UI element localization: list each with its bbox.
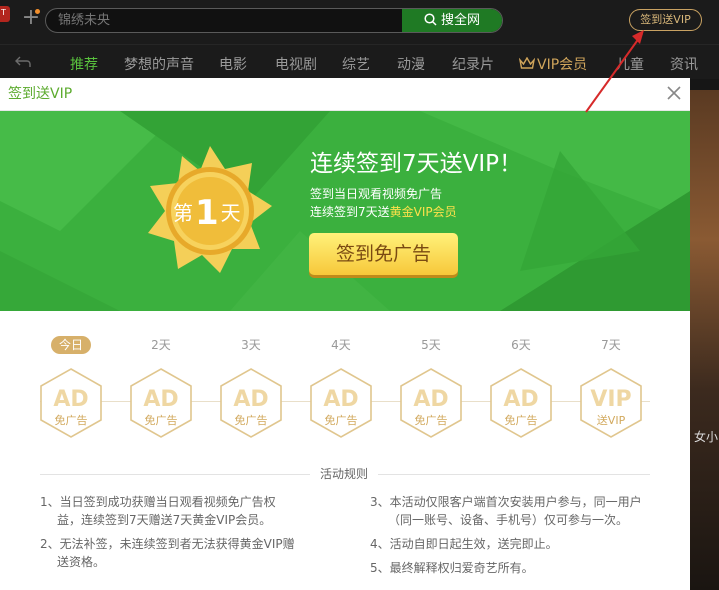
- reward-bottom: 免广告: [234, 414, 268, 427]
- nav-item-news[interactable]: 资讯: [670, 45, 698, 79]
- nav-item-documentary[interactable]: 纪录片: [452, 45, 494, 79]
- dialog-title: 签到送VIP: [8, 86, 73, 102]
- banner-line-2: 连续签到7天送黄金VIP会员: [310, 203, 457, 220]
- nav-item-variety[interactable]: 综艺: [342, 45, 370, 79]
- reward-top: AD: [503, 387, 539, 412]
- reward-top: AD: [323, 387, 359, 412]
- reward-bottom: 免广告: [414, 414, 448, 427]
- medal-prefix: 第: [173, 201, 193, 225]
- banner-line-2-prefix: 连续签到7天送: [310, 205, 390, 219]
- day-reward-2: AD 免广告: [128, 367, 194, 439]
- close-icon[interactable]: [664, 83, 684, 103]
- reward-bottom: 免广告: [144, 414, 178, 427]
- reward-top: AD: [233, 387, 269, 412]
- medal-suffix: 天: [220, 201, 241, 225]
- day-label-4: 4天: [331, 338, 351, 352]
- reward-bottom: 送VIP: [596, 414, 626, 427]
- background-poster[interactable]: [690, 90, 719, 590]
- reward-bottom: 免广告: [54, 414, 88, 427]
- day-label-3: 3天: [241, 338, 261, 352]
- medal-label: 第1 天: [173, 193, 241, 233]
- rule-line: （同一账号、设备、手机号）仅可参与一次。: [388, 513, 629, 527]
- day-reward-7: VIP 送VIP: [578, 367, 644, 439]
- background-poster-caption: 女小: [694, 430, 719, 444]
- rule-line: 益，连续签到7天赠送7天黄金VIP会员。: [57, 513, 272, 527]
- day-reward-1: AD 免广告: [38, 367, 104, 439]
- rule-line: 5、最终解释权归爱奇艺所有。: [370, 561, 534, 575]
- reward-top: AD: [143, 387, 179, 412]
- day-reward-3: AD 免广告: [218, 367, 284, 439]
- search-button-label: 搜全网: [440, 13, 480, 28]
- reward-bottom: 免广告: [504, 414, 538, 427]
- app-logo[interactable]: T: [0, 6, 10, 22]
- day-reward-5: AD 免广告: [398, 367, 464, 439]
- day-label-7: 7天: [601, 338, 621, 352]
- day-label-2: 2天: [151, 338, 171, 352]
- day-label-6: 6天: [511, 338, 531, 352]
- signin-dialog: 签到送VIP 第1 天 连续签到7天送VIP！ 签到当日观看视频免广告 连续签到7…: [0, 78, 690, 590]
- nav-item-anime[interactable]: 动漫: [397, 45, 425, 79]
- rule-line: 3、本活动仅限客户端首次安装用户参与，同一用户: [370, 495, 642, 509]
- back-icon[interactable]: [14, 55, 32, 69]
- rule-line: 1、当日签到成功获赠当日观看视频免广告权: [40, 495, 276, 509]
- day-label-today: 今日: [51, 336, 91, 354]
- logo-text: T: [1, 8, 6, 17]
- reward-bottom: 免广告: [324, 414, 358, 427]
- reward-top: AD: [53, 387, 89, 412]
- reward-top: VIP: [590, 387, 632, 412]
- notification-dot-icon: [35, 9, 40, 14]
- crown-icon: [518, 56, 536, 69]
- nav-item-vip[interactable]: VIP会员: [518, 45, 587, 79]
- nav-item-tv[interactable]: 电视剧: [275, 45, 317, 79]
- banner-title: 连续签到7天送VIP！: [310, 151, 523, 177]
- search-icon: [424, 13, 437, 26]
- search-button[interactable]: 搜全网: [402, 9, 502, 32]
- day-reward-6: AD 免广告: [488, 367, 554, 439]
- signin-button[interactable]: 签到免广告: [309, 233, 458, 275]
- signin-banner: 第1 天 连续签到7天送VIP！ 签到当日观看视频免广告 连续签到7天送黄金VIP…: [0, 111, 690, 311]
- rule-line: 4、活动自即日起生效，送完即止。: [370, 537, 558, 551]
- reward-top: AD: [413, 387, 449, 412]
- rule-line: 2、无法补签，未连续签到者无法获得黄金VIP赠: [40, 537, 295, 551]
- banner-line-2-highlight: 黄金VIP会员: [389, 205, 457, 219]
- day-label-5: 5天: [421, 338, 441, 352]
- day-reward-4: AD 免广告: [308, 367, 374, 439]
- banner-line-1: 签到当日观看视频免广告: [310, 187, 443, 201]
- nav-item-voice[interactable]: 梦想的声音: [124, 45, 194, 79]
- annotation-arrow-icon: [585, 30, 644, 113]
- rule-line: 送资格。: [57, 555, 106, 569]
- search-input[interactable]: [58, 9, 388, 32]
- rules-title: 活动规则: [310, 465, 379, 482]
- search-box: 搜全网: [45, 8, 503, 33]
- medal-number: 1: [195, 193, 219, 233]
- nav-item-recommend[interactable]: 推荐: [70, 45, 98, 79]
- nav-item-movie[interactable]: 电影: [219, 45, 247, 79]
